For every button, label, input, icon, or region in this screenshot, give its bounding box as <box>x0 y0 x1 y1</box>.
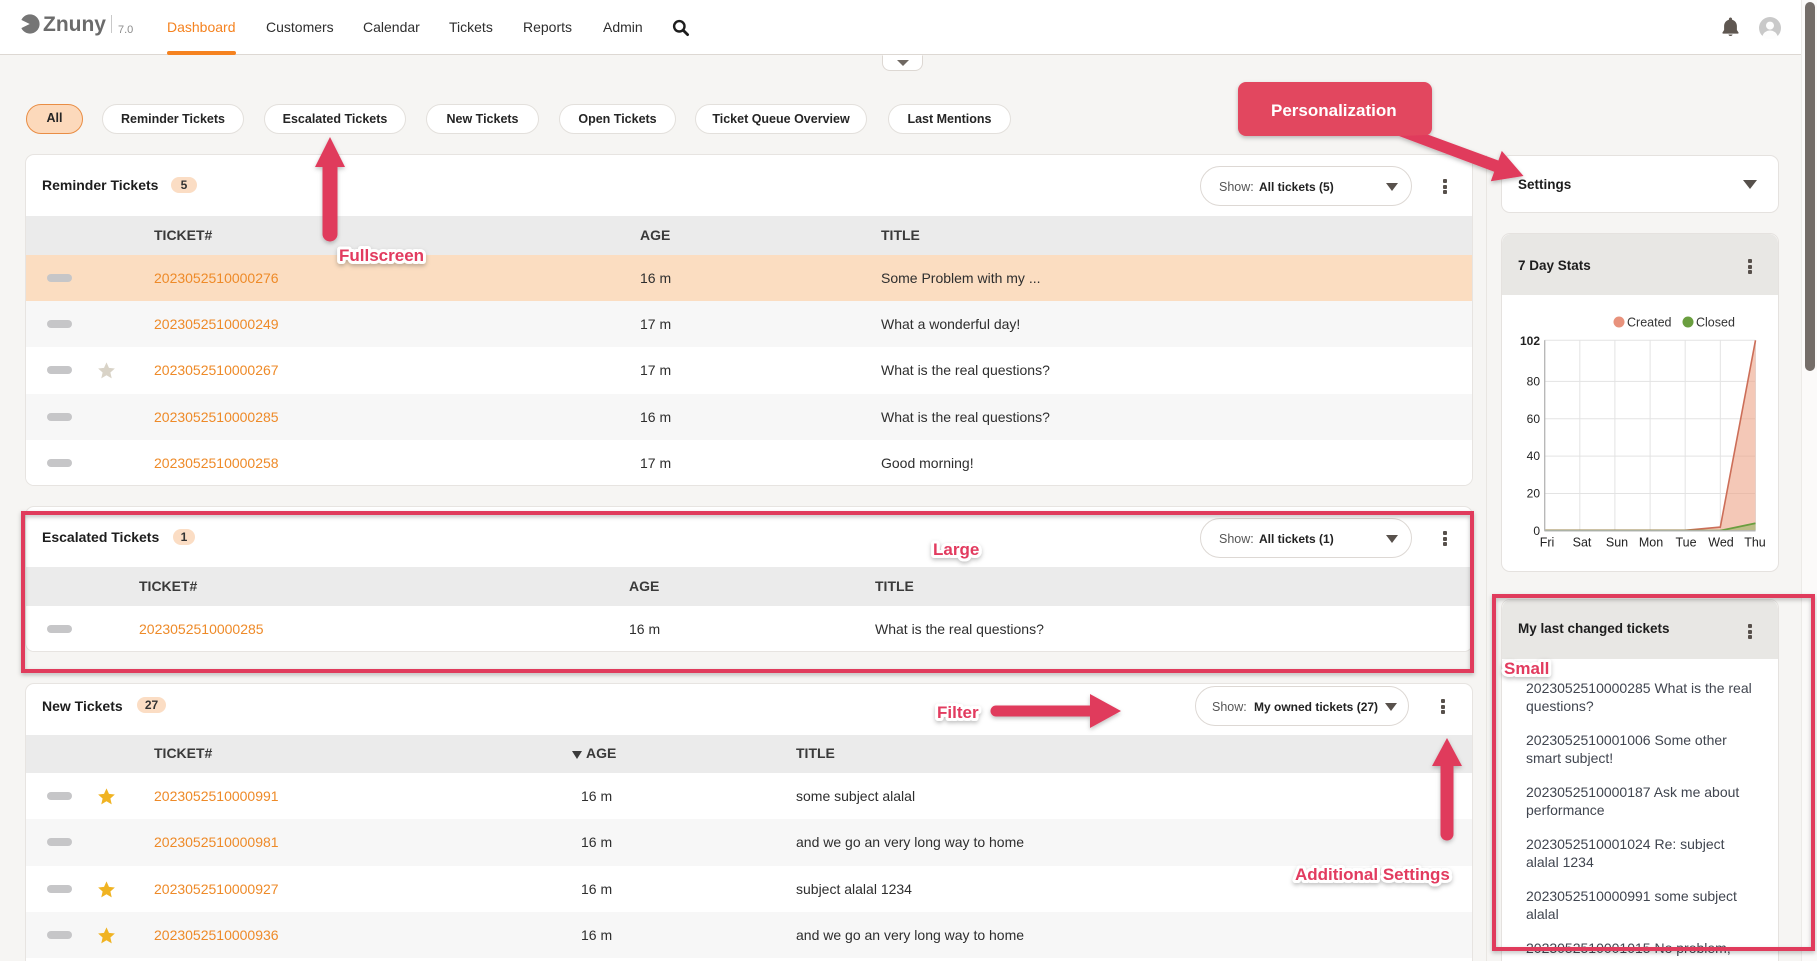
svg-text:Closed: Closed <box>1696 316 1735 330</box>
svg-text:Mon: Mon <box>1639 536 1663 550</box>
svg-text:102: 102 <box>1520 334 1540 348</box>
svg-text:Sun: Sun <box>1606 536 1628 550</box>
svg-text:Sat: Sat <box>1573 536 1592 550</box>
svg-text:40: 40 <box>1527 449 1541 463</box>
svg-text:Fri: Fri <box>1540 536 1555 550</box>
svg-text:Created: Created <box>1627 316 1672 330</box>
svg-text:80: 80 <box>1527 374 1541 388</box>
svg-text:Tue: Tue <box>1675 536 1696 550</box>
svg-text:60: 60 <box>1527 412 1541 426</box>
svg-text:Personalization: Personalization <box>1271 101 1397 120</box>
svg-text:20: 20 <box>1527 487 1541 501</box>
svg-text:Thu: Thu <box>1744 536 1766 550</box>
svg-text:Wed: Wed <box>1708 536 1734 550</box>
